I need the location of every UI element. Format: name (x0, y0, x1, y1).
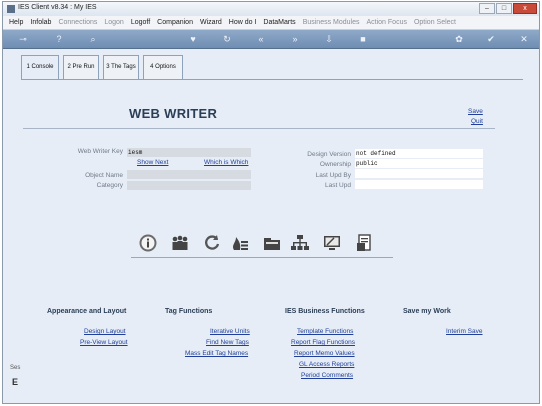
quit-link[interactable]: Quit (471, 118, 483, 125)
page-title: WEB WRITER (129, 106, 218, 121)
menu-bar: Help Infolab Connections Logon Logoff Co… (3, 16, 539, 30)
menu-help[interactable]: Help (9, 19, 23, 26)
document-icon[interactable] (353, 232, 375, 254)
fire-list-icon[interactable] (229, 232, 251, 254)
appearance-layout-heading: Appearance and Layout (47, 308, 127, 315)
web-writer-key-label: Web Writer Key (77, 148, 123, 155)
category-label: Category (96, 182, 123, 189)
close-button[interactable]: x (513, 3, 537, 14)
window-controls: – □ x (479, 3, 537, 14)
design-version-label: Design Version (307, 151, 351, 158)
title-divider (23, 128, 495, 129)
show-next-link[interactable]: Show Next (137, 159, 168, 166)
find-new-tags-link[interactable]: Find New Tags (206, 339, 249, 346)
tag-functions-heading: Tag Functions (165, 308, 213, 315)
tab-pre-run[interactable]: 2 Pre Run (63, 55, 99, 79)
check-icon[interactable]: ✔ (485, 33, 497, 45)
minimize-button[interactable]: – (479, 3, 495, 14)
monitor-icon[interactable] (321, 232, 343, 254)
maximize-button[interactable]: □ (496, 3, 512, 14)
gl-access-reports-link[interactable]: GL Access Reports (299, 361, 354, 368)
report-memo-values-link[interactable]: Report Memo Values (294, 350, 355, 357)
category-field[interactable] (127, 181, 251, 190)
toolbar: ⊸ ? ⌕ ♥ ↻ « » ⇩ ■ ✿ ✔ ✕ (3, 30, 539, 49)
which-is-which-link[interactable]: Which is Which (204, 159, 248, 166)
design-version-field: not defined (355, 149, 483, 158)
last-upd-by-field (355, 169, 483, 178)
title-bar: IES Client v8.34 : My IES – □ x (3, 2, 539, 16)
settings-icon[interactable]: ✿ (453, 33, 465, 45)
tab-the-tags[interactable]: 3 The Tags (103, 55, 139, 79)
menu-infolab[interactable]: Infolab (30, 19, 51, 26)
exit-icon[interactable]: ✕ (518, 33, 530, 45)
report-flag-functions-link[interactable]: Report Flag Functions (291, 339, 355, 346)
last-upd-by-label: Last Upd By (315, 172, 351, 179)
menu-business-modules[interactable]: Business Modules (303, 19, 360, 26)
last-upd-field (355, 180, 483, 189)
menu-option-select[interactable]: Option Select (414, 19, 456, 26)
business-functions-heading: IES Business Functions (285, 308, 365, 315)
side-label: Ses (10, 365, 21, 371)
info-icon[interactable] (137, 232, 159, 254)
ownership-label: Ownership (319, 161, 351, 168)
import-icon[interactable]: ⇩ (323, 33, 335, 45)
app-icon (7, 5, 15, 13)
help-icon[interactable]: ? (53, 33, 65, 45)
tab-console[interactable]: 1 Console (21, 55, 59, 80)
heart-icon[interactable]: ♥ (187, 33, 199, 45)
menu-how-do-i[interactable]: How do I (229, 19, 257, 26)
object-name-field[interactable] (127, 170, 251, 179)
menu-companion[interactable]: Companion (157, 19, 193, 26)
period-comments-link[interactable]: Period Comments (301, 372, 353, 379)
hierarchy-icon[interactable] (289, 232, 311, 254)
menu-wizard[interactable]: Wizard (200, 19, 222, 26)
menu-logon[interactable]: Logon (104, 19, 123, 26)
refresh-icon[interactable]: ↻ (221, 33, 233, 45)
rewind-icon[interactable]: « (255, 33, 267, 45)
template-functions-link[interactable]: Template Functions (297, 328, 353, 335)
tab-options[interactable]: 4 Options (143, 55, 183, 79)
stop-icon[interactable]: ■ (357, 33, 369, 45)
object-name-label: Object Name (85, 172, 123, 179)
app-window: IES Client v8.34 : My IES – □ x Help Inf… (2, 1, 540, 404)
web-writer-key-field[interactable]: iesm (127, 148, 251, 157)
key-icon[interactable]: ⊸ (13, 33, 33, 45)
menu-logoff[interactable]: Logoff (131, 19, 150, 26)
mass-edit-tag-names-link[interactable]: Mass Edit Tag Names (185, 350, 248, 357)
interim-save-link[interactable]: Interim Save (446, 328, 483, 335)
folder-icon[interactable] (261, 232, 283, 254)
menu-action-focus[interactable]: Action Focus (367, 19, 407, 26)
pre-view-layout-link[interactable]: Pre-View Layout (80, 339, 128, 346)
action-icon-bar (131, 232, 393, 258)
users-icon[interactable] (169, 232, 191, 254)
last-upd-label: Last Upd (324, 182, 351, 189)
save-my-work-heading: Save my Work (403, 308, 451, 315)
menu-datamarts[interactable]: DataMarts (263, 19, 295, 26)
menu-connections[interactable]: Connections (58, 19, 97, 26)
side-glyph: E (12, 377, 19, 387)
fast-forward-icon[interactable]: » (289, 33, 301, 45)
design-layout-link[interactable]: Design Layout (84, 328, 126, 335)
save-link[interactable]: Save (468, 108, 483, 115)
window-title: IES Client v8.34 : My IES (18, 4, 97, 11)
search-icon[interactable]: ⌕ (87, 33, 99, 45)
console-panel: WEB WRITER Save Quit Web Writer Key iesm… (21, 79, 523, 402)
iterative-units-link[interactable]: Iterative Units (210, 328, 250, 335)
sync-icon[interactable] (201, 232, 223, 254)
ownership-field: public (355, 159, 483, 168)
